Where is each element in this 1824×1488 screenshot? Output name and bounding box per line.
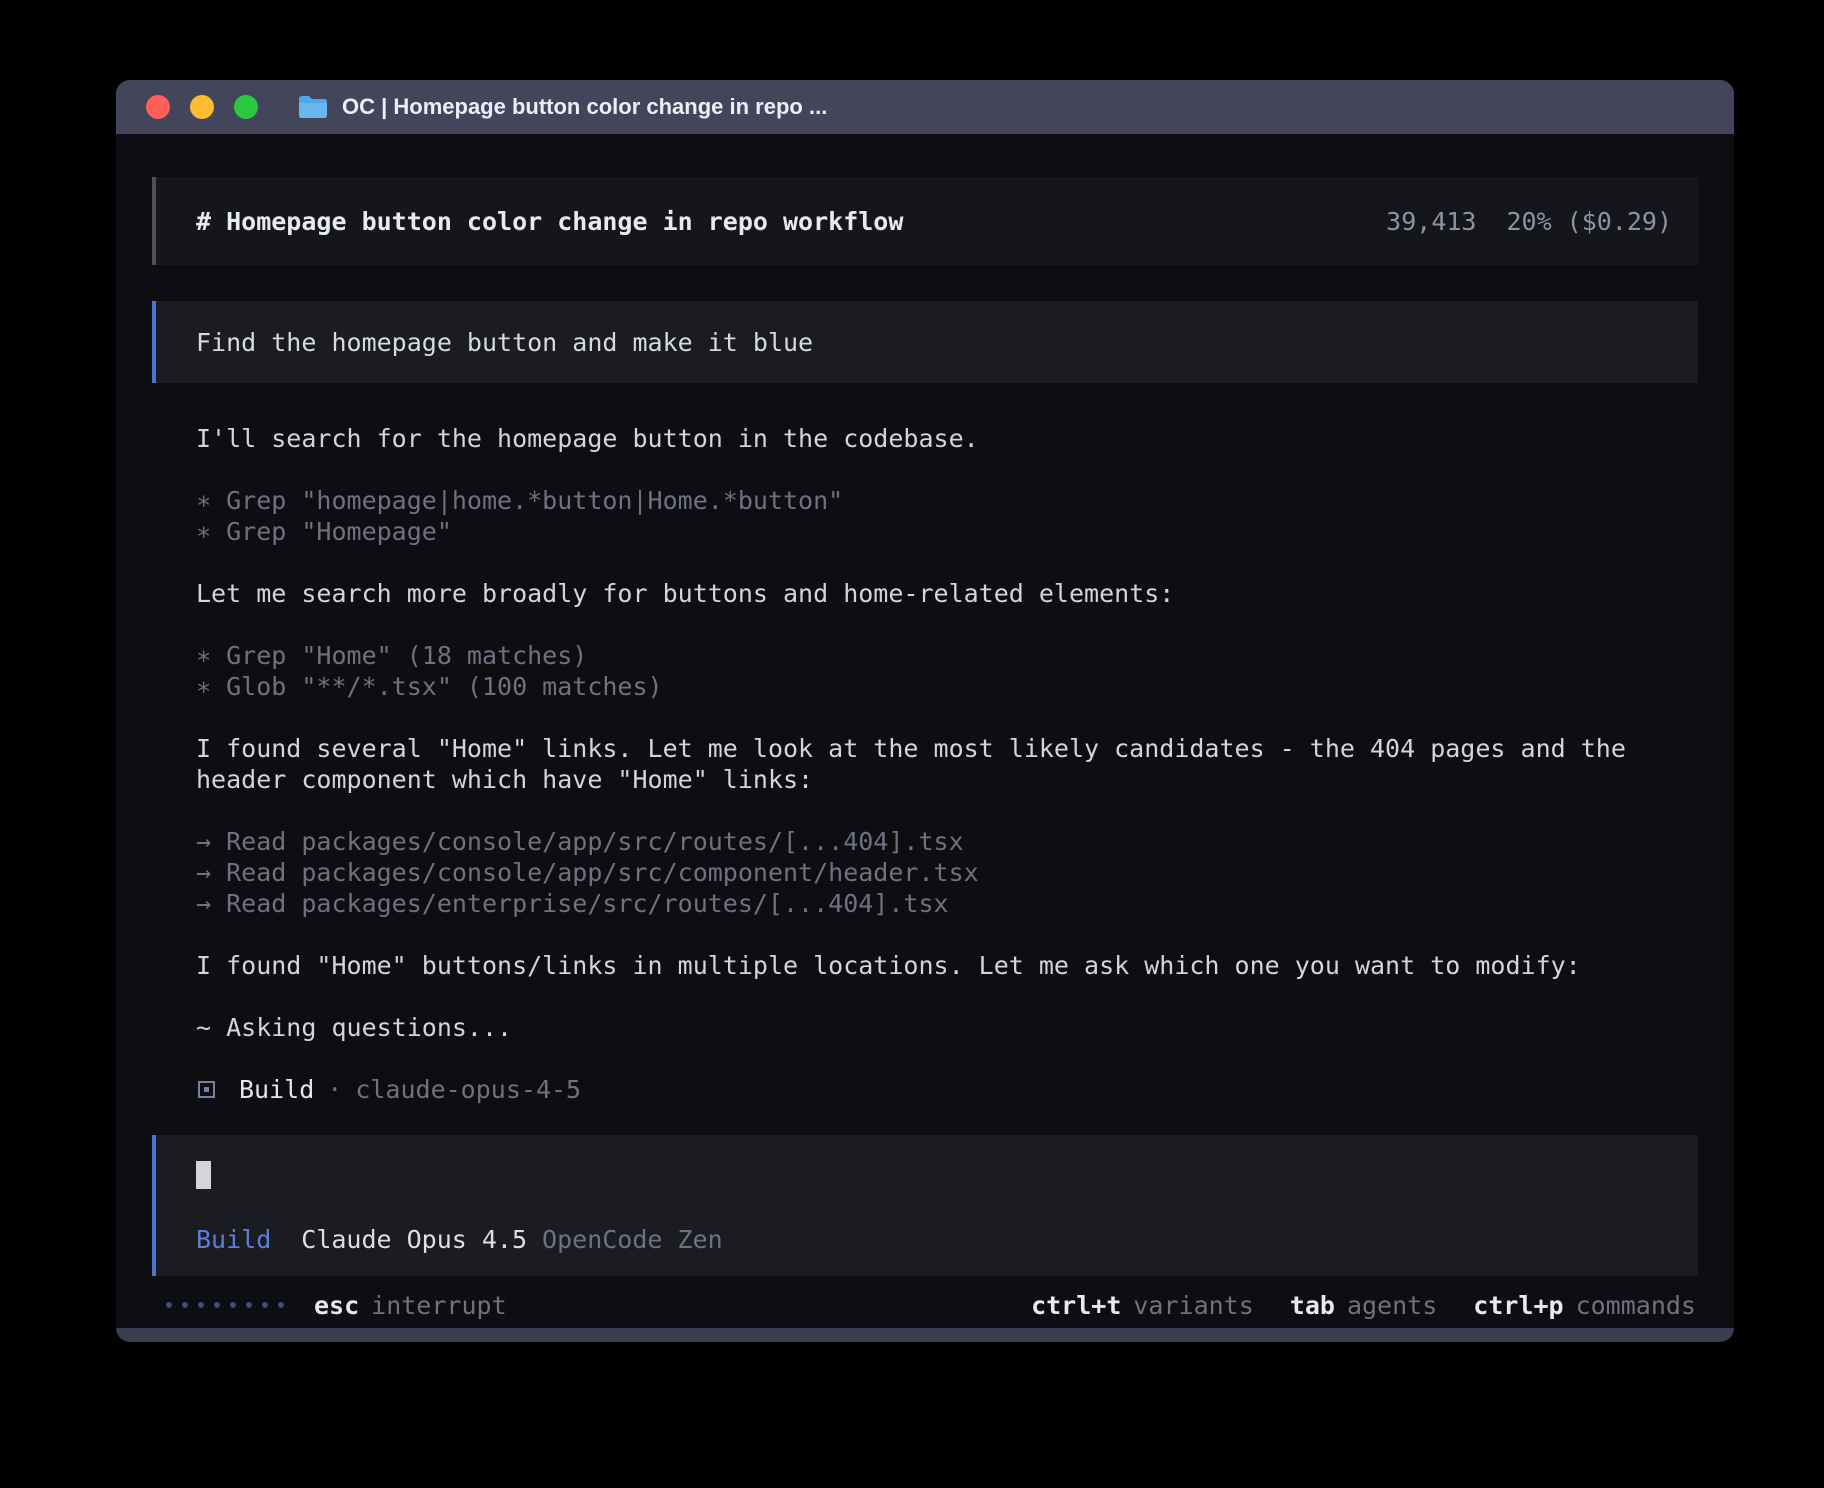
titlebar[interactable]: OC | Homepage button color change in rep… bbox=[116, 80, 1734, 134]
minimize-button[interactable] bbox=[190, 95, 214, 119]
tab-key: tab bbox=[1290, 1291, 1335, 1320]
context-percent: 20% bbox=[1506, 207, 1551, 236]
model-name-label[interactable]: Claude Opus 4.5 bbox=[301, 1225, 527, 1254]
conversation-transcript: I'll search for the homepage button in t… bbox=[196, 423, 1692, 1105]
terminal-window: OC | Homepage button color change in rep… bbox=[116, 80, 1734, 1342]
user-message-text: Find the homepage button and make it blu… bbox=[196, 328, 813, 357]
agent-icon bbox=[198, 1081, 215, 1098]
tool-call-grep: ∗ Grep "homepage|home.*button|Home.*butt… bbox=[196, 485, 1692, 516]
text-cursor bbox=[196, 1161, 211, 1189]
window-title: OC | Homepage button color change in rep… bbox=[342, 94, 827, 120]
close-button[interactable] bbox=[146, 95, 170, 119]
session-title: # Homepage button color change in repo w… bbox=[196, 207, 903, 236]
asking-questions-status: ~ Asking questions... bbox=[196, 1012, 1692, 1043]
tool-call-grep: ∗ Grep "Homepage" bbox=[196, 516, 1692, 547]
agents-label: agents bbox=[1347, 1291, 1437, 1320]
status-bar-left: esc interrupt bbox=[166, 1291, 507, 1320]
ctrl-p-key: ctrl+p bbox=[1473, 1291, 1563, 1320]
hint-interrupt: esc interrupt bbox=[314, 1291, 507, 1320]
traffic-lights bbox=[146, 95, 258, 119]
ctrl-t-key: ctrl+t bbox=[1031, 1291, 1121, 1320]
variants-label: variants bbox=[1133, 1291, 1253, 1320]
status-bar-right: ctrl+t variants tab agents ctrl+p comman… bbox=[995, 1291, 1696, 1320]
assistant-text: I found "Home" buttons/links in multiple… bbox=[196, 950, 1692, 981]
esc-label: interrupt bbox=[371, 1291, 506, 1320]
hint-commands: ctrl+p commands bbox=[1473, 1291, 1696, 1320]
hint-variants: ctrl+t variants bbox=[1031, 1291, 1254, 1320]
folder-icon bbox=[298, 95, 328, 119]
agent-name: Build bbox=[239, 1074, 314, 1105]
tool-call-read: → Read packages/console/app/src/componen… bbox=[196, 857, 1692, 888]
session-cost: ($0.29) bbox=[1567, 207, 1672, 236]
agent-mode-label[interactable]: Build bbox=[196, 1225, 271, 1254]
agent-status-row: Build · claude-opus-4-5 bbox=[196, 1074, 1692, 1105]
assistant-text: Let me search more broadly for buttons a… bbox=[196, 578, 1692, 609]
prompt-input[interactable]: Build Claude Opus 4.5 OpenCode Zen bbox=[152, 1135, 1698, 1276]
token-count: 39,413 bbox=[1386, 207, 1476, 236]
model-selector[interactable]: Build Claude Opus 4.5 OpenCode Zen bbox=[196, 1225, 1672, 1254]
tool-call-read: → Read packages/console/app/src/routes/[… bbox=[196, 826, 1692, 857]
assistant-text: I found several "Home" links. Let me loo… bbox=[196, 733, 1692, 795]
model-provider-label: OpenCode Zen bbox=[542, 1225, 723, 1254]
tool-call-grep: ∗ Grep "Home" (18 matches) bbox=[196, 640, 1692, 671]
tool-call-read: → Read packages/enterprise/src/routes/[.… bbox=[196, 888, 1692, 919]
hint-agents: tab agents bbox=[1290, 1291, 1437, 1320]
commands-label: commands bbox=[1576, 1291, 1696, 1320]
agent-separator: · bbox=[327, 1074, 342, 1105]
session-stats: 39,413 20% ($0.29) bbox=[1386, 207, 1672, 236]
zoom-button[interactable] bbox=[234, 95, 258, 119]
spinner-dots bbox=[166, 1302, 284, 1308]
tool-call-glob: ∗ Glob "**/*.tsx" (100 matches) bbox=[196, 671, 1692, 702]
user-message: Find the homepage button and make it blu… bbox=[152, 301, 1698, 383]
esc-key: esc bbox=[314, 1291, 359, 1320]
assistant-text: I'll search for the homepage button in t… bbox=[196, 423, 1692, 454]
agent-model: claude-opus-4-5 bbox=[355, 1074, 581, 1105]
terminal-body: # Homepage button color change in repo w… bbox=[116, 134, 1734, 1328]
status-bar: esc interrupt ctrl+t variants tab agents… bbox=[152, 1288, 1698, 1322]
session-header: # Homepage button color change in repo w… bbox=[152, 177, 1698, 265]
